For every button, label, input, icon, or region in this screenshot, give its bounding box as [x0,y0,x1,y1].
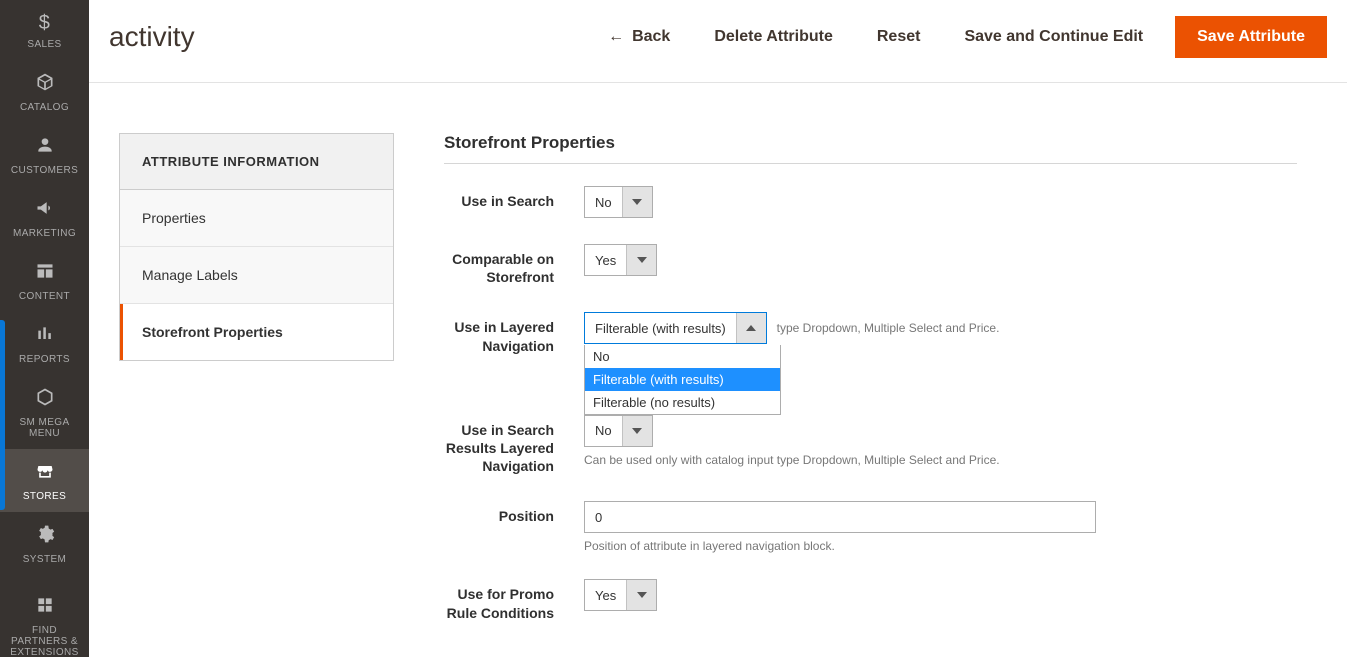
sidebar-label: CATALOG [20,102,69,113]
store-icon [35,461,55,487]
columns: ATTRIBUTE INFORMATION Properties Manage … [89,83,1347,648]
hex-icon [35,387,55,413]
chevron-up-icon [736,313,766,343]
chevron-down-icon [622,187,652,217]
storefront-properties-form: Storefront Properties Use in Search No C… [444,133,1317,648]
select-value: Yes [585,580,626,610]
field-search-layered: Use in Search Results Layered Navigation… [444,415,1297,476]
blocks-icon [35,595,55,621]
select-use-in-search[interactable]: No [584,186,653,218]
page-header: activity ← Back Delete Attribute Reset Sa… [89,0,1347,83]
delete-attribute-button[interactable]: Delete Attribute [692,18,855,56]
layout-icon [35,261,55,287]
sidebar-label: MARKETING [13,228,76,239]
sidebar-label: SM MEGA MENU [4,417,85,439]
sidebar-label: STORES [23,491,66,502]
select-promo-rule[interactable]: Yes [584,579,657,611]
chevron-down-icon [626,580,656,610]
field-layered-nav: Use in Layered Navigation Filterable (wi… [444,312,1297,354]
person-icon [35,135,55,161]
megaphone-icon [35,198,55,224]
field-use-in-search: Use in Search No [444,186,1297,218]
sidebar-item-megamenu[interactable]: SM MEGA MENU [0,375,89,449]
sidebar-item-reports[interactable]: REPORTS [0,312,89,375]
sidebar-label: REPORTS [19,354,70,365]
sidebar-item-partners[interactable]: FIND PARTNERS & EXTENSIONS [0,583,89,668]
admin-sidebar: $ SALES CATALOG CUSTOMERS MARKETING CONT… [0,0,89,657]
note-search-layered: Can be used only with catalog input type… [584,453,1297,467]
label-layered-nav: Use in Layered Navigation [444,312,584,354]
note-position: Position of attribute in layered navigat… [584,539,1297,553]
sidebar-label: SALES [27,39,61,50]
save-continue-button[interactable]: Save and Continue Edit [942,18,1165,56]
gear-icon [35,524,55,550]
sidebar-label: CONTENT [19,291,70,302]
label-promo-rule: Use for Promo Rule Conditions [444,579,584,621]
label-comparable: Comparable on Storefront [444,244,584,286]
field-position: Position Position of attribute in layere… [444,501,1297,553]
note-layered-nav: type Dropdown, Multiple Select and Price… [777,321,1000,335]
page-title: activity [109,21,195,53]
chevron-down-icon [626,245,656,275]
sidebar-accent-indicator [0,320,5,510]
arrow-left-icon: ← [608,28,624,45]
field-comparable: Comparable on Storefront Yes [444,244,1297,286]
panel-item-manage-labels[interactable]: Manage Labels [120,247,393,304]
cube-icon [35,72,55,98]
save-attribute-button[interactable]: Save Attribute [1175,16,1327,58]
sidebar-label: CUSTOMERS [11,165,78,176]
sidebar-label: FIND PARTNERS & EXTENSIONS [4,625,85,658]
input-position[interactable] [584,501,1096,533]
attribute-info-panel: ATTRIBUTE INFORMATION Properties Manage … [119,133,394,361]
bars-icon [35,324,55,350]
select-comparable[interactable]: Yes [584,244,657,276]
label-use-in-search: Use in Search [444,186,584,210]
section-rule [444,163,1297,164]
sidebar-item-marketing[interactable]: MARKETING [0,186,89,249]
sidebar-item-content[interactable]: CONTENT [0,249,89,312]
label-search-layered: Use in Search Results Layered Navigation [444,415,584,476]
sidebar-item-sales[interactable]: $ SALES [0,0,89,60]
main-content: activity ← Back Delete Attribute Reset Sa… [89,0,1347,657]
panel-item-properties[interactable]: Properties [120,190,393,247]
panel-header: ATTRIBUTE INFORMATION [120,134,393,190]
sidebar-item-stores[interactable]: STORES [0,449,89,512]
dropdown-option-filterable-no[interactable]: Filterable (no results) [585,391,780,414]
reset-button[interactable]: Reset [855,18,943,56]
chevron-down-icon [622,416,652,446]
select-layered-nav[interactable]: Filterable (with results) [584,312,767,344]
dropdown-option-filterable-with[interactable]: Filterable (with results) [585,368,780,391]
sidebar-item-catalog[interactable]: CATALOG [0,60,89,123]
back-button[interactable]: ← Back [586,18,692,56]
panel-item-storefront-properties[interactable]: Storefront Properties [120,304,393,360]
dropdown-layered-nav: No Filterable (with results) Filterable … [584,345,781,415]
dollar-icon: $ [39,12,51,35]
label-position: Position [444,501,584,525]
dropdown-option-no[interactable]: No [585,345,780,368]
back-label: Back [632,28,670,45]
sidebar-item-system[interactable]: SYSTEM [0,512,89,575]
sidebar-label: SYSTEM [23,554,67,565]
field-promo-rule: Use for Promo Rule Conditions Yes [444,579,1297,621]
select-value: No [585,416,622,446]
section-title: Storefront Properties [444,133,1297,153]
select-value: No [585,187,622,217]
select-value: Yes [585,245,626,275]
select-search-layered[interactable]: No [584,415,653,447]
sidebar-item-customers[interactable]: CUSTOMERS [0,123,89,186]
select-value: Filterable (with results) [585,313,736,343]
header-actions: ← Back Delete Attribute Reset Save and Co… [586,16,1327,58]
